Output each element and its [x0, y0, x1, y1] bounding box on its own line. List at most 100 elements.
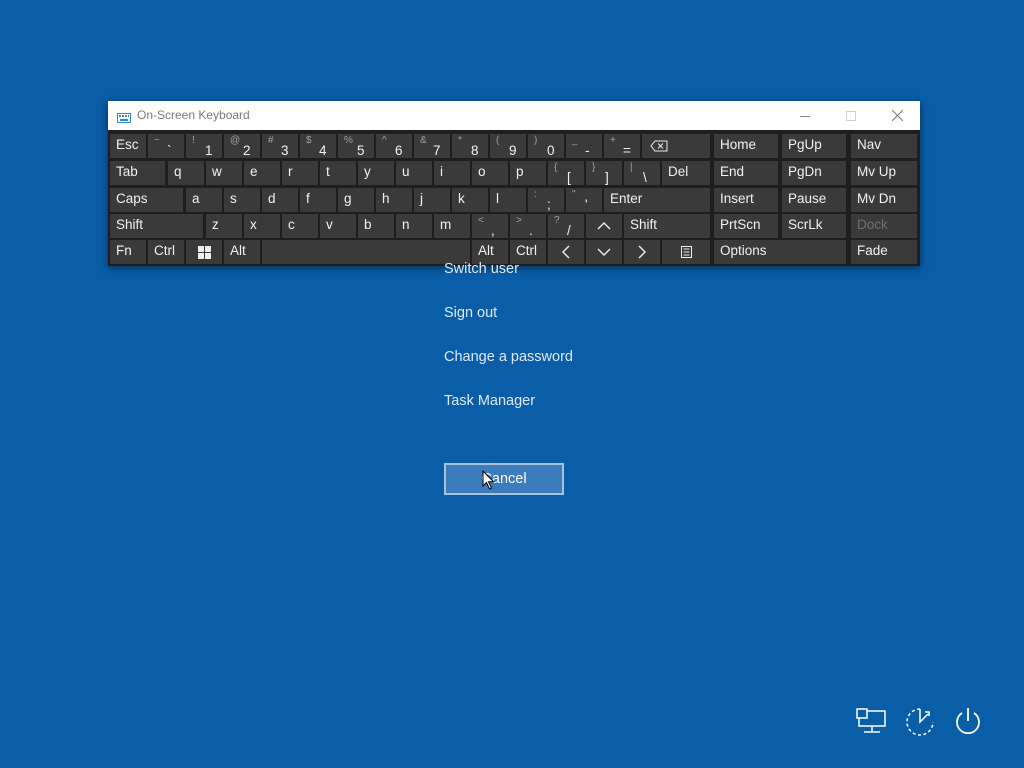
- power-icon[interactable]: [952, 706, 984, 743]
- sign-out-link[interactable]: Sign out: [444, 305, 497, 321]
- key-Ctrl[interactable]: Ctrl: [148, 240, 184, 264]
- key-1[interactable]: ! 1: [186, 134, 222, 158]
- key-home[interactable]: Home: [714, 134, 778, 158]
- key-h[interactable]: h: [376, 188, 412, 212]
- cancel-button[interactable]: Cancel: [444, 463, 564, 495]
- key-Fn[interactable]: Fn: [110, 240, 146, 264]
- key-Shift[interactable]: Shift: [624, 214, 710, 238]
- key-label: =: [623, 143, 631, 158]
- options-key[interactable]: Options: [714, 240, 846, 264]
- key-9[interactable]: (9: [490, 134, 526, 158]
- key-prtscn[interactable]: PrtScn: [714, 214, 778, 238]
- key-t[interactable]: t: [320, 161, 356, 185]
- key-shift-label: &: [420, 135, 427, 146]
- context-menu-key[interactable]: [662, 240, 710, 264]
- key-pgdn[interactable]: PgDn: [782, 161, 846, 185]
- key-Shift[interactable]: Shift: [110, 214, 203, 238]
- key-label: x: [250, 217, 257, 232]
- key-l[interactable]: l: [490, 188, 526, 212]
- osk-titlebar[interactable]: On-Screen Keyboard: [108, 101, 920, 130]
- switch-user-link[interactable]: Switch user: [444, 261, 519, 277]
- key-6[interactable]: ^ 6: [376, 134, 412, 158]
- minimize-button[interactable]: [782, 101, 828, 130]
- windows-key[interactable]: [186, 240, 222, 264]
- key-i[interactable]: i: [434, 161, 470, 185]
- key-insert[interactable]: Insert: [714, 188, 778, 212]
- key-3[interactable]: #3: [262, 134, 298, 158]
- key-Esc[interactable]: Esc: [110, 134, 146, 158]
- key-mv-dn[interactable]: Mv Dn: [851, 188, 917, 212]
- backspace-key[interactable]: [642, 134, 710, 158]
- maximize-icon: [846, 110, 856, 121]
- key-m[interactable]: m: [434, 214, 470, 238]
- key-r[interactable]: r: [282, 161, 318, 185]
- key-=[interactable]: + =: [604, 134, 640, 158]
- key-label: PgDn: [788, 164, 822, 179]
- key-e[interactable]: e: [244, 161, 280, 185]
- key-5[interactable]: % 5: [338, 134, 374, 158]
- key-7[interactable]: & 7: [414, 134, 450, 158]
- key-Del[interactable]: Del: [662, 161, 710, 185]
- key-Caps[interactable]: Caps: [110, 188, 183, 212]
- key-4[interactable]: $4: [300, 134, 336, 158]
- key-k[interactable]: k: [452, 188, 488, 212]
- key-mv-up[interactable]: Mv Up: [851, 161, 917, 185]
- key-end[interactable]: End: [714, 161, 778, 185]
- close-button[interactable]: [874, 101, 920, 130]
- fade-key[interactable]: Fade: [851, 240, 917, 264]
- key-,[interactable]: <,: [472, 214, 508, 238]
- key-c[interactable]: c: [282, 214, 318, 238]
- key-2[interactable]: @2: [224, 134, 260, 158]
- key-Tab[interactable]: Tab: [110, 161, 165, 185]
- key-x[interactable]: x: [244, 214, 280, 238]
- key-\[interactable]: | \: [624, 161, 660, 185]
- right-arrow-key[interactable]: [624, 240, 660, 264]
- key-Alt[interactable]: Alt: [224, 240, 260, 264]
- space-key[interactable]: [262, 240, 470, 264]
- key-g[interactable]: g: [338, 188, 374, 212]
- key-.[interactable]: >.: [510, 214, 546, 238]
- key-o[interactable]: o: [472, 161, 508, 185]
- network-icon[interactable]: [856, 706, 888, 743]
- key-y[interactable]: y: [358, 161, 394, 185]
- key-n[interactable]: n: [396, 214, 432, 238]
- key-shift-label: >: [516, 215, 522, 226]
- key-scrlk[interactable]: ScrLk: [782, 214, 846, 238]
- key-pause[interactable]: Pause: [782, 188, 846, 212]
- key-u[interactable]: u: [396, 161, 432, 185]
- key-p[interactable]: p: [510, 161, 546, 185]
- key-dock[interactable]: Dock: [851, 214, 917, 238]
- change-password-link[interactable]: Change a password: [444, 349, 573, 365]
- key-][interactable]: }]: [586, 161, 622, 185]
- osk-title: On-Screen Keyboard: [137, 108, 250, 122]
- key-'[interactable]: " ': [566, 188, 602, 212]
- up-arrow-key[interactable]: [586, 214, 622, 238]
- key-`[interactable]: ~ `: [148, 134, 184, 158]
- key-;[interactable]: :;: [528, 188, 564, 212]
- key-s[interactable]: s: [224, 188, 260, 212]
- key-shift-label: @: [230, 135, 241, 146]
- key-j[interactable]: j: [414, 188, 450, 212]
- key-Enter[interactable]: Enter: [604, 188, 710, 212]
- key-b[interactable]: b: [358, 214, 394, 238]
- left-arrow-key[interactable]: [548, 240, 584, 264]
- key-shift-label: !: [192, 135, 195, 146]
- down-arrow-key[interactable]: [586, 240, 622, 264]
- key-pgup[interactable]: PgUp: [782, 134, 846, 158]
- key-a[interactable]: a: [186, 188, 222, 212]
- key-q[interactable]: q: [168, 161, 204, 185]
- maximize-button[interactable]: [828, 101, 874, 130]
- key--[interactable]: _ -: [566, 134, 602, 158]
- key-d[interactable]: d: [262, 188, 298, 212]
- key-/[interactable]: ? /: [548, 214, 584, 238]
- key-0[interactable]: ) 0: [528, 134, 564, 158]
- task-manager-link[interactable]: Task Manager: [444, 393, 535, 409]
- key-f[interactable]: f: [300, 188, 336, 212]
- key-w[interactable]: w: [206, 161, 242, 185]
- key-z[interactable]: z: [206, 214, 242, 238]
- key-[[interactable]: {[: [548, 161, 584, 185]
- ease-of-access-icon[interactable]: [904, 706, 936, 743]
- key-nav[interactable]: Nav: [851, 134, 917, 158]
- key-v[interactable]: v: [320, 214, 356, 238]
- key-8[interactable]: * 8: [452, 134, 488, 158]
